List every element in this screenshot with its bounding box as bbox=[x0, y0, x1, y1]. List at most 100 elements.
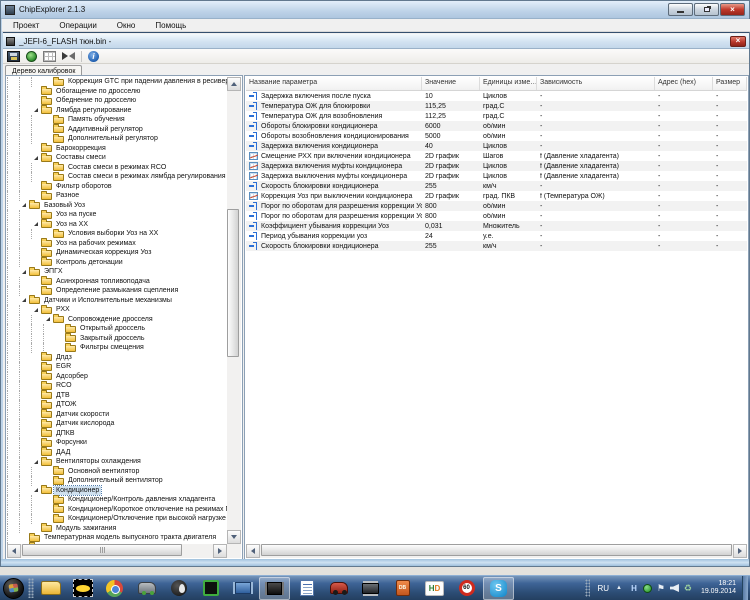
sync-icon[interactable]: ♻ bbox=[683, 583, 693, 593]
hwinfo-icon[interactable]: H bbox=[629, 583, 639, 593]
document-title-bar[interactable]: _JEFI-6_FLASH тюн.bin - × bbox=[3, 34, 749, 49]
collapse-arrow-icon[interactable] bbox=[31, 486, 41, 496]
tree-item[interactable]: Состав смеси в режимах RCO bbox=[7, 163, 227, 173]
tree-item-label[interactable]: Кондиционер/Контроль давления хладагента bbox=[66, 495, 217, 504]
tree-item-label[interactable]: Динамическая коррекция Уоз bbox=[54, 248, 153, 257]
tree-item[interactable]: Кондиционер bbox=[7, 486, 227, 496]
tree-item[interactable]: Уоз на рабочих режимах bbox=[7, 239, 227, 249]
minimize-button[interactable] bbox=[668, 3, 693, 16]
chipexplorer-taskbar-icon-button[interactable] bbox=[259, 577, 290, 600]
restore-button[interactable] bbox=[694, 3, 719, 16]
tree-item-label[interactable]: Кондиционер/Отключение при высокой нагру… bbox=[66, 514, 227, 523]
tree-item[interactable]: ДАД bbox=[7, 448, 227, 458]
tree-item-label[interactable]: Аддитивный регулятор bbox=[66, 125, 145, 134]
tree-item[interactable]: Форсунки bbox=[7, 438, 227, 448]
tree-item-label[interactable]: Закрытый дроссель bbox=[78, 334, 146, 343]
column-header-3[interactable]: Зависимость bbox=[537, 77, 655, 90]
tree-item-label[interactable]: Сопровождение дросселя bbox=[66, 315, 155, 324]
tree-item[interactable]: Кондиционер/Отключение при высокой нагру… bbox=[7, 514, 227, 524]
tree-item[interactable]: Лямбда регулирование bbox=[7, 106, 227, 116]
tree-item[interactable]: РХХ bbox=[7, 305, 227, 315]
tree-item-label[interactable]: Асинхронная топливоподача bbox=[54, 277, 152, 286]
table-row[interactable]: Задержка выключения муфты кондиционера2D… bbox=[246, 171, 747, 181]
tree-item-label[interactable]: ДАД bbox=[54, 448, 72, 457]
table-hscrollbar[interactable] bbox=[246, 544, 747, 558]
tree-item-label[interactable]: Датчик кислорода bbox=[54, 419, 116, 428]
tree-item[interactable]: ЭПГХ bbox=[7, 267, 227, 277]
table-row[interactable]: Коэффициент убывания коррекции Уоз0,031М… bbox=[246, 221, 747, 231]
scroll-down-button[interactable] bbox=[227, 530, 241, 544]
tree-vscroll-thumb[interactable] bbox=[227, 209, 239, 357]
tree-item[interactable]: Память обучения bbox=[7, 115, 227, 125]
tree-item[interactable]: Базовый Уоз bbox=[7, 201, 227, 211]
tree-item-label[interactable]: Разное bbox=[54, 191, 81, 200]
tree-item-label[interactable]: Вентиляторы охлаждения bbox=[54, 457, 143, 466]
scooter-icon-button[interactable] bbox=[163, 577, 194, 600]
volume-icon[interactable] bbox=[670, 584, 679, 592]
table-row[interactable]: Задержка включения после пуска10Циклов--… bbox=[246, 91, 747, 101]
dip-chip-icon-button[interactable] bbox=[355, 577, 386, 600]
tree-item-label[interactable]: Форсунки bbox=[54, 438, 89, 447]
collapse-arrow-icon[interactable] bbox=[19, 201, 29, 211]
tree-item-label[interactable]: Обеднение по дросселю bbox=[54, 96, 138, 105]
tree-item[interactable]: Основной вентилятор bbox=[7, 467, 227, 477]
tree-item[interactable]: ДТОЖ bbox=[7, 400, 227, 410]
skype-icon-button[interactable]: S bbox=[483, 577, 514, 600]
close-button[interactable]: × bbox=[720, 3, 745, 16]
tree-item[interactable]: Датчик кислорода bbox=[7, 419, 227, 429]
table-row[interactable]: Задержка включения кондиционера40Циклов-… bbox=[246, 141, 747, 151]
tree-item-label[interactable]: Дополнительный регулятор bbox=[66, 134, 160, 143]
tree-item-label[interactable]: Уоз на рабочих режимах bbox=[54, 239, 138, 248]
collapse-arrow-icon[interactable] bbox=[31, 220, 41, 230]
status-green-icon[interactable] bbox=[643, 584, 652, 593]
chip-green-icon-button[interactable] bbox=[195, 577, 226, 600]
collapse-arrow-icon[interactable] bbox=[19, 296, 29, 306]
tree-item-label[interactable]: Лямбда регулирование bbox=[54, 106, 133, 115]
collapse-arrow-icon[interactable] bbox=[43, 315, 53, 325]
tree-item-label[interactable]: Датчики и Исполнительные механизмы bbox=[42, 296, 174, 305]
start-button[interactable] bbox=[3, 578, 24, 599]
flag-icon[interactable]: ⚑ bbox=[656, 583, 666, 593]
column-header-4[interactable]: Адрес (hex) bbox=[655, 77, 713, 90]
chip-orange-icon-button[interactable]: DB bbox=[387, 577, 418, 600]
speed-sign-icon-button[interactable]: 60 bbox=[451, 577, 482, 600]
tree-item-label[interactable]: RCO bbox=[54, 381, 74, 390]
tree-item[interactable]: Модуль зажигания bbox=[7, 524, 227, 534]
document-icon-button[interactable] bbox=[291, 577, 322, 600]
table-row[interactable]: Смещение РХХ при включении кондиционера2… bbox=[246, 151, 747, 161]
tree-item[interactable]: Контроль детонации bbox=[7, 258, 227, 268]
join-icon[interactable] bbox=[62, 51, 75, 62]
tree-item-label[interactable]: Уоз на ХХ bbox=[54, 220, 90, 229]
table-row[interactable]: Обороты возобновления кондиционирования5… bbox=[246, 131, 747, 141]
tree-item[interactable]: RCO bbox=[7, 381, 227, 391]
save-icon[interactable] bbox=[7, 51, 20, 62]
tree-item-label[interactable]: ДТВ bbox=[54, 391, 72, 400]
collapse-arrow-icon[interactable] bbox=[19, 267, 29, 277]
tree-item[interactable]: Фильтры смещения bbox=[7, 343, 227, 353]
tree-item[interactable]: Адсорбер bbox=[7, 372, 227, 382]
tree-item-label[interactable]: Дпдз bbox=[54, 353, 74, 362]
tree-hscroll-thumb[interactable] bbox=[22, 544, 182, 556]
tree-item[interactable]: Кондиционер/Короткое отключение на режим… bbox=[7, 505, 227, 515]
tree-item-label[interactable]: Фильтр оборотов bbox=[54, 182, 114, 191]
scroll-right-button[interactable] bbox=[213, 544, 227, 558]
tree-item-label[interactable]: Состав смеси в режимах лямбда регулирова… bbox=[66, 172, 227, 181]
checksum-icon[interactable] bbox=[26, 51, 37, 62]
scroll-left-button[interactable] bbox=[246, 544, 260, 558]
tree-item[interactable]: Обеднение по дросселю bbox=[7, 96, 227, 106]
tree-item[interactable]: Динамическая коррекция Уоз bbox=[7, 248, 227, 258]
tree-item[interactable]: Вентиляторы охлаждения bbox=[7, 457, 227, 467]
tree-item[interactable]: Закрытый дроссель bbox=[7, 334, 227, 344]
tree-item-label[interactable]: Память обучения bbox=[66, 115, 127, 124]
tree-item-label[interactable]: Уоз на пуске bbox=[54, 210, 98, 219]
tree-item-label[interactable]: Температурная модель выпускного тракта д… bbox=[42, 533, 218, 542]
scroll-up-button[interactable] bbox=[227, 77, 241, 91]
tray-grip[interactable] bbox=[585, 579, 590, 597]
info-icon[interactable]: i bbox=[88, 51, 99, 62]
tree-item-label[interactable]: Составы смеси bbox=[54, 153, 108, 162]
tree-item[interactable]: Составы смеси bbox=[7, 153, 227, 163]
tree-item-label[interactable]: Кондиционер/Короткое отключение на режим… bbox=[66, 505, 227, 514]
explorer-icon-button[interactable] bbox=[35, 577, 66, 600]
tree-item[interactable]: Асинхронная топливоподача bbox=[7, 277, 227, 287]
clock[interactable]: 18:21 19.09.2014 bbox=[697, 580, 742, 596]
